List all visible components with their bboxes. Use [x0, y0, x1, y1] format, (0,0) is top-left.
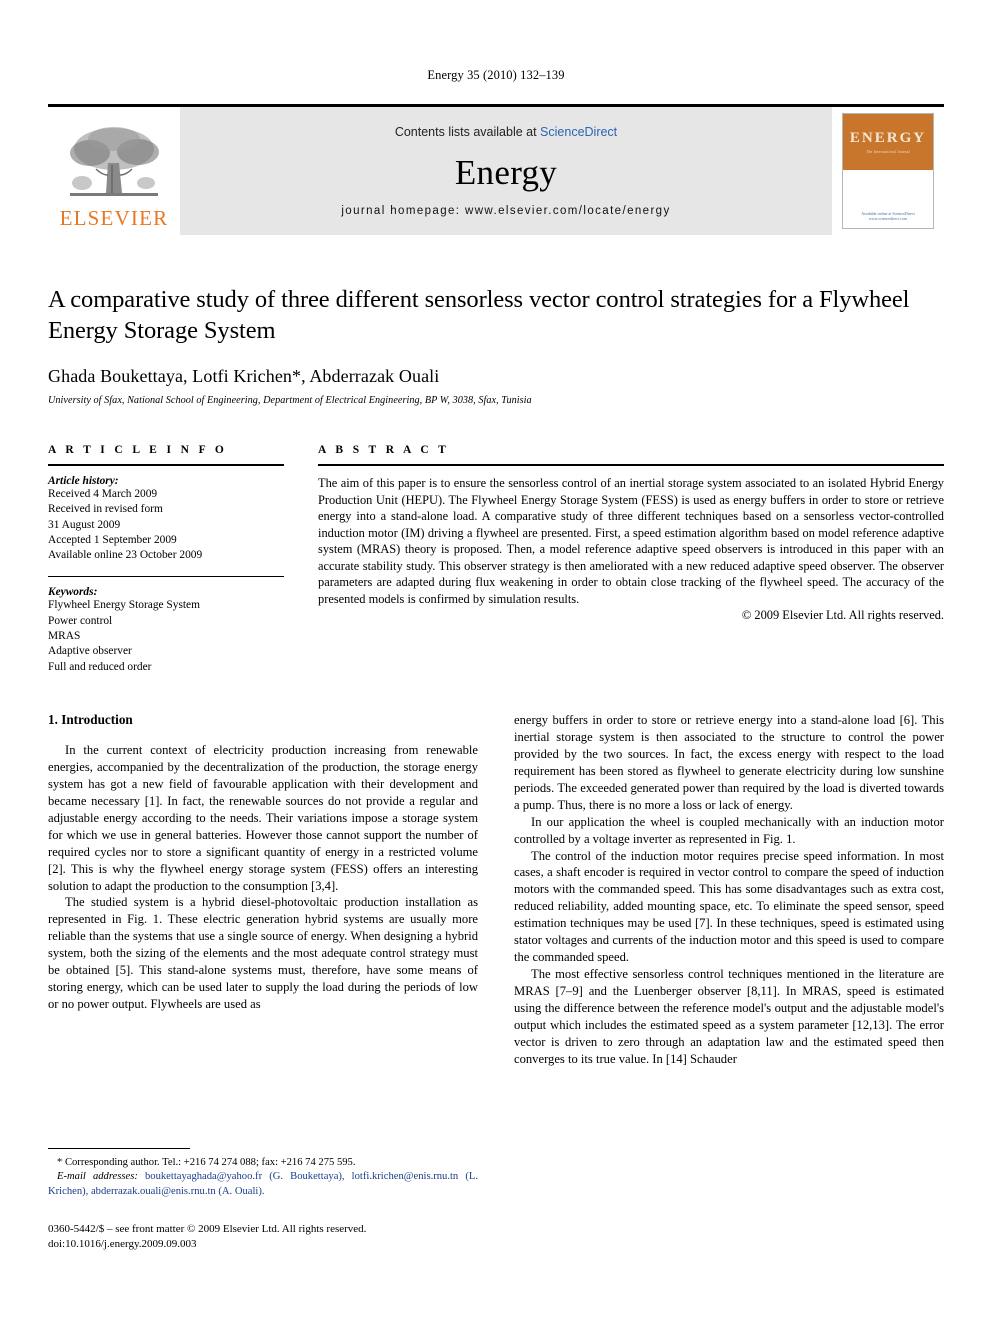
body-column-right: energy buffers in order to store or retr…: [514, 712, 944, 1068]
issn-line: 0360-5442/$ – see front matter © 2009 El…: [48, 1223, 367, 1235]
elsevier-tree-icon: [70, 127, 159, 196]
cover-bottom-area: Available online at ScienceDirect www.sc…: [843, 170, 933, 228]
author-list: Ghada Boukettaya, Lotfi Krichen*, Abderr…: [48, 365, 440, 386]
history-item: Accepted 1 September 2009: [48, 533, 177, 546]
keyword-item: Adaptive observer: [48, 645, 132, 658]
abstract-text: The aim of this paper is to ensure the s…: [318, 476, 944, 606]
sciencedirect-link[interactable]: ScienceDirect: [540, 125, 617, 139]
journal-title: Energy: [454, 153, 558, 192]
keyword-item: Full and reduced order: [48, 660, 152, 673]
elsevier-logo: ELSEVIER: [48, 107, 180, 235]
article-info-rule: [48, 464, 284, 466]
cover-title: ENERGY: [849, 129, 927, 146]
doi-line[interactable]: doi:10.1016/j.energy.2009.09.003: [48, 1237, 478, 1252]
abstract-column: A B S T R A C T The aim of this paper is…: [318, 444, 944, 675]
footnote-block: * Corresponding author. Tel.: +216 74 27…: [48, 1148, 478, 1199]
paragraph: The most effective sensorless control te…: [514, 967, 944, 1066]
abstract-rule: [318, 464, 944, 466]
page-title: A comparative study of three different s…: [48, 286, 910, 345]
keyword-item: MRAS: [48, 629, 81, 642]
abstract-heading: A B S T R A C T: [318, 444, 450, 456]
history-item: Received 4 March 2009: [48, 488, 158, 500]
abstract-copyright: © 2009 Elsevier Ltd. All rights reserved…: [741, 608, 944, 622]
history-item: Available online 23 October 2009: [48, 549, 203, 562]
running-head: Energy 35 (2010) 132–139: [427, 68, 565, 82]
article-history-label: Article history:: [48, 475, 119, 487]
body-columns: 1. Introduction In the current context o…: [48, 712, 944, 1068]
email-label: E-mail addresses:: [57, 1171, 138, 1183]
history-item: 31 August 2009: [48, 518, 121, 531]
corresponding-author-note: * Corresponding author. Tel.: +216 74 27…: [57, 1157, 356, 1168]
paragraph: The control of the induction motor requi…: [514, 848, 944, 965]
journal-homepage-link[interactable]: journal homepage: www.elsevier.com/locat…: [341, 205, 670, 217]
journal-cover-thumbnail: ENERGY The International Journal Availab…: [842, 113, 934, 229]
title-block: A comparative study of three different s…: [48, 284, 944, 406]
info-abstract-row: A R T I C L E I N F O Article history: R…: [48, 444, 944, 675]
keywords-rule: [48, 576, 284, 578]
issn-footer: 0360-5442/$ – see front matter © 2009 El…: [48, 1222, 478, 1251]
paragraph: energy buffers in order to store or retr…: [514, 713, 944, 812]
journal-cover-container: ENERGY The International Journal Availab…: [832, 107, 944, 235]
masthead-center: Contents lists available at ScienceDirec…: [180, 107, 832, 235]
cover-top-band: ENERGY The International Journal: [843, 114, 933, 170]
paragraph: In the current context of electricity pr…: [48, 743, 478, 893]
journal-masthead: ELSEVIER Contents lists available at Sci…: [48, 104, 944, 235]
keywords-label: Keywords:: [48, 586, 98, 599]
cover-sciencedirect-note: Available online at ScienceDirect www.sc…: [861, 210, 915, 221]
body-column-left: 1. Introduction In the current context o…: [48, 712, 478, 1068]
paragraph: In our application the wheel is coupled …: [514, 814, 944, 846]
elsevier-wordmark: ELSEVIER: [59, 206, 169, 230]
paper-page: Energy 35 (2010) 132–139 ELSEVIER Conten…: [0, 0, 992, 1323]
paragraph: The studied system is a hybrid diesel-ph…: [48, 895, 478, 1012]
history-item: Received in revised form: [48, 503, 163, 516]
section-heading-introduction: 1. Introduction: [48, 712, 133, 727]
contents-prefix: Contents lists available at: [394, 125, 541, 139]
keyword-item: Flywheel Energy Storage System: [48, 599, 200, 612]
keyword-item: Power control: [48, 614, 113, 627]
contents-available-line: Contents lists available at ScienceDirec…: [395, 125, 617, 139]
affiliation: University of Sfax, National School of E…: [48, 394, 532, 406]
article-info-column: A R T I C L E I N F O Article history: R…: [48, 444, 284, 675]
email-addresses-note: E-mail addresses: boukettayaghada@yahoo.…: [48, 1170, 478, 1199]
cover-subtitle: The International Journal: [866, 149, 910, 154]
footnote-rule: [48, 1148, 190, 1149]
article-info-heading: A R T I C L E I N F O: [48, 444, 228, 456]
